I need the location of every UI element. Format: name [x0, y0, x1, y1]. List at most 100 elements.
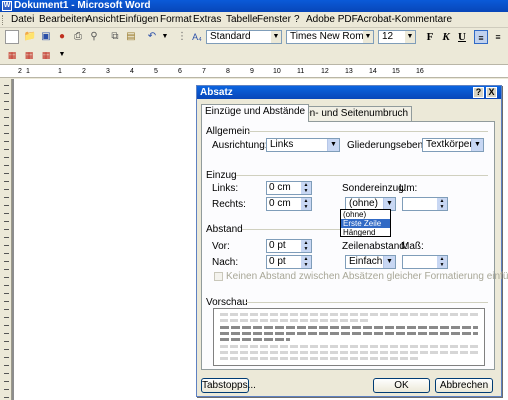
ruler-tick: [4, 133, 9, 134]
spin-down-icon[interactable]: ▼: [301, 246, 311, 252]
ruler-tick: [4, 389, 9, 390]
spin-down-icon[interactable]: ▼: [437, 204, 447, 210]
section-divider: [242, 229, 340, 230]
open-folder-icon[interactable]: 📁: [23, 30, 37, 44]
ruler-tick: [4, 229, 9, 230]
spinner-buttons[interactable]: ▲ ▼: [301, 182, 311, 194]
ausrichtung-label: Ausrichtung:: [212, 140, 268, 151]
spinner-buttons[interactable]: ▲ ▼: [301, 198, 311, 210]
print-preview-icon[interactable]: ⚲: [87, 30, 101, 44]
ruler-tick: [4, 109, 9, 110]
ok-button[interactable]: OK: [373, 378, 430, 393]
section-divider: [236, 175, 488, 176]
align-center-icon[interactable]: ≡: [491, 30, 505, 44]
links-label: Links:: [212, 183, 239, 194]
ruler-tick: [4, 285, 9, 286]
um-spinner[interactable]: ▲ ▼: [402, 197, 448, 211]
ruler-label: 6: [178, 68, 182, 75]
font-select-value: Times New Roman: [290, 31, 374, 42]
rechts-indent-spinner[interactable]: 0 cm ▲ ▼: [266, 197, 312, 211]
vor-spacing-value: 0 pt: [269, 240, 286, 251]
toolbar-options-icon[interactable]: ▼: [55, 48, 69, 62]
menu-datei[interactable]: Datei: [11, 14, 34, 26]
no-space-checkbox[interactable]: [214, 272, 223, 281]
ruler-label: 4: [130, 68, 134, 75]
menu-einfuegen[interactable]: Einfügen: [119, 14, 158, 26]
spinner-buttons[interactable]: ▲ ▼: [301, 256, 311, 268]
print-icon[interactable]: ⎙: [71, 30, 85, 44]
sondereinzug-option-ohne[interactable]: (ohne): [341, 210, 390, 219]
zeilenabstand-select[interactable]: Einfach ▼: [345, 255, 396, 269]
mass-spinner[interactable]: ▲ ▼: [402, 255, 448, 269]
dialog-title: Absatz: [200, 87, 233, 98]
zeilenabstand-label: Zeilenabstand:: [342, 241, 408, 252]
ruler-tick: [4, 197, 9, 198]
font-size-value: 12: [382, 31, 394, 42]
tab-einzuege-abstaende[interactable]: Einzüge und Abstände: [201, 104, 310, 122]
menu-extras[interactable]: Extras: [193, 14, 221, 26]
spinner-buttons[interactable]: ▲ ▼: [437, 256, 447, 268]
paste-icon[interactable]: ▤: [124, 30, 138, 44]
save-icon[interactable]: ▣: [39, 30, 53, 44]
underline-button[interactable]: U: [455, 30, 469, 44]
spin-down-icon[interactable]: ▼: [437, 262, 447, 268]
spin-down-icon[interactable]: ▼: [301, 262, 311, 268]
permission-icon[interactable]: ●: [55, 30, 69, 44]
close-button[interactable]: X: [486, 87, 497, 98]
preview-line-next: [220, 345, 478, 348]
links-indent-spinner[interactable]: 0 cm ▲ ▼: [266, 181, 312, 195]
spin-down-icon[interactable]: ▼: [301, 204, 311, 210]
pdf-review-icon[interactable]: ▦: [39, 48, 53, 62]
cancel-button[interactable]: Abbrechen: [435, 378, 493, 393]
ruler-tick: [4, 301, 9, 302]
align-left-icon[interactable]: ≡: [474, 30, 488, 44]
undo-dropdown-icon[interactable]: ▼: [158, 30, 172, 44]
font-size-select[interactable]: 12 ▼: [378, 30, 416, 44]
tabstopps-button[interactable]: Tabstopps...: [201, 378, 256, 393]
ruler-tick: [4, 101, 9, 102]
ruler-label: 5: [154, 68, 158, 75]
toolbar-grip-icon[interactable]: ⋮: [177, 30, 187, 44]
ruler-tick: [4, 245, 9, 246]
horizontal-ruler[interactable]: 1 2 1 2 3 4 5 6 7 8 9 10 11 12 13 14 15 …: [0, 64, 508, 78]
sondereinzug-option-erste-zeile[interactable]: Erste Zeile: [341, 219, 390, 228]
ruler-label: 13: [345, 68, 353, 75]
copy-icon[interactable]: ⧉: [108, 30, 122, 44]
menu-adobe-pdf[interactable]: Adobe PDF: [306, 14, 358, 26]
chevron-down-icon: ▼: [271, 31, 281, 43]
help-button[interactable]: ?: [473, 87, 484, 98]
menu-format[interactable]: Format: [160, 14, 192, 26]
pdf-email-icon[interactable]: ▦: [22, 48, 36, 62]
undo-icon[interactable]: ↶: [145, 30, 159, 44]
menu-help[interactable]: ?: [294, 14, 300, 26]
ruler-tick: [4, 189, 9, 190]
ruler-tick: [4, 317, 9, 318]
gliederungsebene-select[interactable]: Textkörper ▼: [422, 138, 484, 152]
nach-spacing-spinner[interactable]: 0 pt ▲ ▼: [266, 255, 312, 269]
menu-grip-handle[interactable]: [2, 15, 5, 25]
dialog-title-bar[interactable]: Absatz ? X: [197, 86, 501, 99]
vor-label: Vor:: [212, 241, 230, 252]
menu-fenster[interactable]: Fenster: [257, 14, 291, 26]
spin-down-icon[interactable]: ▼: [301, 188, 311, 194]
ruler-tick: [4, 117, 9, 118]
vor-spacing-spinner[interactable]: 0 pt ▲ ▼: [266, 239, 312, 253]
ruler-label: 12: [321, 68, 329, 75]
ausrichtung-select[interactable]: Links ▼: [266, 138, 340, 152]
menu-bearbeiten[interactable]: Bearbeiten: [39, 14, 87, 26]
font-select[interactable]: Times New Roman ▼: [286, 30, 374, 44]
menu-ansicht[interactable]: Ansicht: [86, 14, 119, 26]
menu-acrobat-kommentare[interactable]: Acrobat-Kommentare: [357, 14, 452, 26]
spinner-buttons[interactable]: ▲ ▼: [437, 198, 447, 210]
bold-button[interactable]: F: [423, 30, 437, 44]
styles-pane-icon[interactable]: A₄: [190, 30, 204, 44]
new-document-icon[interactable]: [5, 30, 19, 44]
spinner-buttons[interactable]: ▲ ▼: [301, 240, 311, 252]
convert-to-pdf-icon[interactable]: ▦: [5, 48, 19, 62]
sondereinzug-option-haengend[interactable]: Hängend: [341, 228, 390, 237]
vertical-ruler[interactable]: [0, 79, 12, 400]
menu-tabelle[interactable]: Tabelle: [226, 14, 258, 26]
italic-button[interactable]: K: [439, 30, 453, 44]
links-indent-value: 0 cm: [269, 182, 291, 193]
style-select[interactable]: Standard ▼: [206, 30, 282, 44]
